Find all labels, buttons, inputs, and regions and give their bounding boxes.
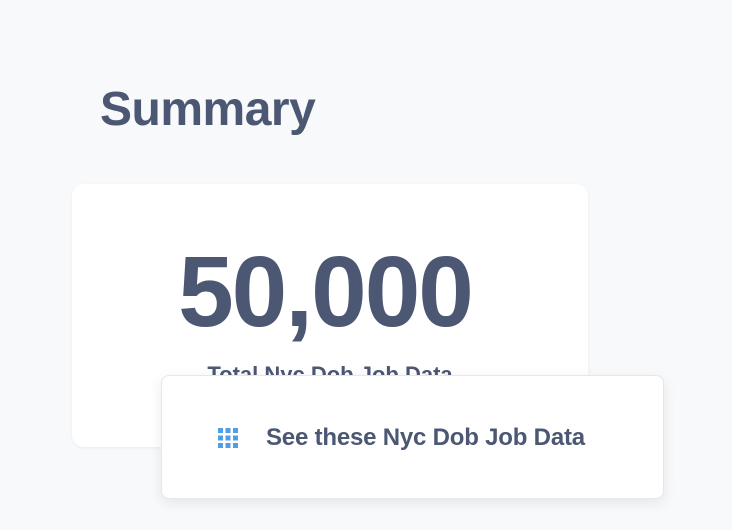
see-records-label: See these Nyc Dob Job Data [266,424,585,451]
see-records-button[interactable]: See these Nyc Dob Job Data [218,424,585,452]
scalar-value: 50,000 [178,236,474,348]
section-title: Summary [100,83,316,136]
table-grid-icon [218,428,238,448]
drill-through-popover: See these Nyc Dob Job Data [161,375,664,499]
